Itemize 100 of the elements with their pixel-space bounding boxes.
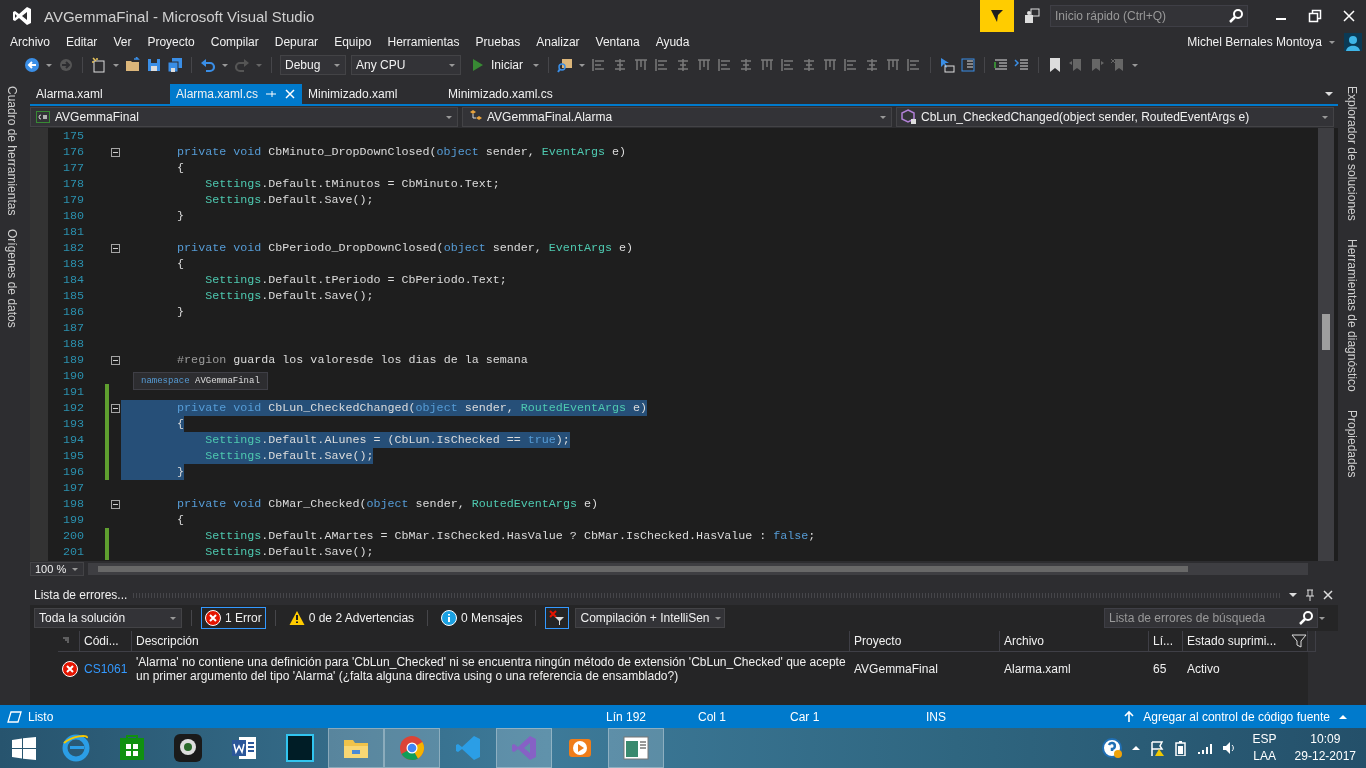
filter-icon[interactable]: [1291, 633, 1307, 649]
caret-icon[interactable]: [112, 61, 120, 69]
caret-icon[interactable]: [1318, 614, 1326, 622]
save-all-icon[interactable]: [167, 57, 183, 73]
close-icon[interactable]: [1322, 589, 1334, 601]
menu-item[interactable]: Analizar: [528, 35, 588, 49]
align-icon[interactable]: [696, 57, 712, 73]
restore-icon[interactable]: [1308, 9, 1322, 23]
tool-window-tab[interactable]: Herramientas de diagnóstico: [1341, 238, 1363, 392]
save-icon[interactable]: [146, 57, 162, 73]
avatar-icon[interactable]: [1344, 33, 1362, 51]
sort-icon[interactable]: [62, 637, 70, 645]
panel-menu-icon[interactable]: [1288, 590, 1298, 600]
start-button[interactable]: Iniciar: [466, 55, 527, 75]
menu-item[interactable]: Proyecto: [139, 35, 203, 49]
clear-filter-button[interactable]: [545, 607, 570, 629]
caret-icon[interactable]: [578, 61, 586, 69]
menu-item[interactable]: Ventana: [587, 35, 648, 49]
align-icon[interactable]: [612, 57, 628, 73]
quick-launch-field[interactable]: Inicio rápido (Ctrl+Q): [1050, 5, 1248, 27]
collapse-icon[interactable]: [110, 243, 120, 253]
build-source-dropdown[interactable]: Compilación + IntelliSen: [575, 608, 726, 628]
image-editor-icon[interactable]: [286, 734, 314, 762]
pin-icon[interactable]: [264, 88, 278, 100]
caret-icon[interactable]: [169, 614, 177, 622]
uncomment-lines-icon[interactable]: [1014, 57, 1030, 73]
caret-icon[interactable]: [255, 61, 263, 69]
menu-item[interactable]: Archivo: [2, 35, 58, 49]
new-project-icon[interactable]: [91, 57, 107, 73]
webcam-icon[interactable]: [173, 733, 203, 763]
bookmark-icon[interactable]: [1047, 57, 1063, 73]
scope-dropdown[interactable]: Toda la solución: [34, 608, 182, 628]
align-icon[interactable]: [717, 57, 733, 73]
align-icon[interactable]: [591, 57, 607, 73]
project-dropdown[interactable]: AVGemmaFinal: [30, 107, 458, 127]
start-icon[interactable]: [12, 736, 36, 760]
menu-item[interactable]: Compilar: [202, 35, 267, 49]
find-folder-icon[interactable]: [557, 57, 573, 73]
error-code-link[interactable]: CS1061: [84, 662, 128, 676]
align-icon[interactable]: [864, 57, 880, 73]
clear-bookmarks-icon[interactable]: [1110, 57, 1126, 73]
speaker-icon[interactable]: [1220, 740, 1237, 756]
tool-window-tab[interactable]: Orígenes de datos: [1, 229, 23, 329]
tool-window-tab[interactable]: Cuadro de herramientas: [1, 86, 23, 216]
caret-icon[interactable]: [532, 61, 540, 69]
menu-item[interactable]: Ayuda: [647, 35, 698, 49]
document-tab[interactable]: Alarma.xaml.cs: [170, 84, 302, 104]
align-icon[interactable]: [843, 57, 859, 73]
caret-icon[interactable]: [713, 614, 722, 622]
document-app-icon[interactable]: [230, 734, 258, 762]
collapse-icon[interactable]: [110, 403, 120, 413]
caret-icon[interactable]: [71, 565, 79, 573]
collapse-icon[interactable]: [110, 147, 120, 157]
filter-button[interactable]: 0 de 2 Advertencias: [284, 607, 419, 629]
user-name[interactable]: Michel Bernales Montoya: [1187, 35, 1322, 49]
menu-item[interactable]: Ver: [105, 35, 140, 49]
pointer-icon[interactable]: [939, 57, 955, 73]
tab-list-icon[interactable]: [1324, 89, 1334, 99]
error-search-field[interactable]: Lista de errores de búsqueda: [1104, 608, 1318, 628]
clock-time[interactable]: 10:09: [1310, 731, 1341, 748]
caret-up-icon[interactable]: [1130, 743, 1141, 753]
caret-icon[interactable]: [333, 61, 341, 69]
filter-button[interactable]: 0 Mensajes: [437, 607, 527, 629]
undo-icon[interactable]: [200, 57, 216, 73]
menu-item[interactable]: Pruebas: [467, 35, 529, 49]
collapse-icon[interactable]: [110, 355, 120, 365]
column-header[interactable]: Lí...: [1149, 631, 1183, 652]
caret-icon[interactable]: [221, 61, 229, 69]
store-icon[interactable]: [118, 734, 146, 762]
filter-button[interactable]: 1 Error: [201, 607, 266, 629]
previous-bookmark-icon[interactable]: [1068, 57, 1084, 73]
document-tab[interactable]: Minimizado.xaml.cs: [442, 84, 582, 104]
horizontal-scrollbar[interactable]: [88, 563, 1308, 575]
menu-item[interactable]: Herramientas: [379, 35, 468, 49]
column-header[interactable]: Descripción: [132, 631, 850, 652]
caret-icon[interactable]: [879, 113, 887, 121]
help-icon[interactable]: [1100, 737, 1123, 759]
caret-icon[interactable]: [1321, 113, 1329, 121]
tool-window-tab[interactable]: Propiedades: [1341, 409, 1363, 477]
column-header[interactable]: Proyecto: [850, 631, 1000, 652]
align-icon[interactable]: [906, 57, 922, 73]
browser-icon[interactable]: [62, 734, 90, 762]
menu-item[interactable]: Depurar: [266, 35, 327, 49]
member-dropdown[interactable]: CbLun_CheckedChanged(object sender, RoutedEventArgs e): [896, 107, 1334, 127]
align-icon[interactable]: [801, 57, 817, 73]
keyboard-layout[interactable]: LAA: [1253, 748, 1276, 765]
caret-icon[interactable]: [45, 61, 53, 69]
caret-icon[interactable]: [445, 113, 453, 121]
document-tab[interactable]: Alarma.xaml: [30, 84, 170, 104]
configuration-dropdown[interactable]: Debug: [280, 55, 346, 75]
search-icon[interactable]: [1298, 610, 1314, 626]
align-icon[interactable]: [780, 57, 796, 73]
open-folder-icon[interactable]: [125, 57, 141, 73]
web-browser-icon[interactable]: [398, 734, 426, 762]
notification-button[interactable]: [980, 0, 1014, 32]
collapse-icon[interactable]: [110, 499, 120, 509]
platform-dropdown[interactable]: Any CPU: [351, 55, 461, 75]
column-header[interactable]: Códi...: [80, 631, 132, 652]
type-dropdown[interactable]: AVGemmaFinal.Alarma: [462, 107, 892, 127]
search-icon[interactable]: [1228, 8, 1244, 24]
